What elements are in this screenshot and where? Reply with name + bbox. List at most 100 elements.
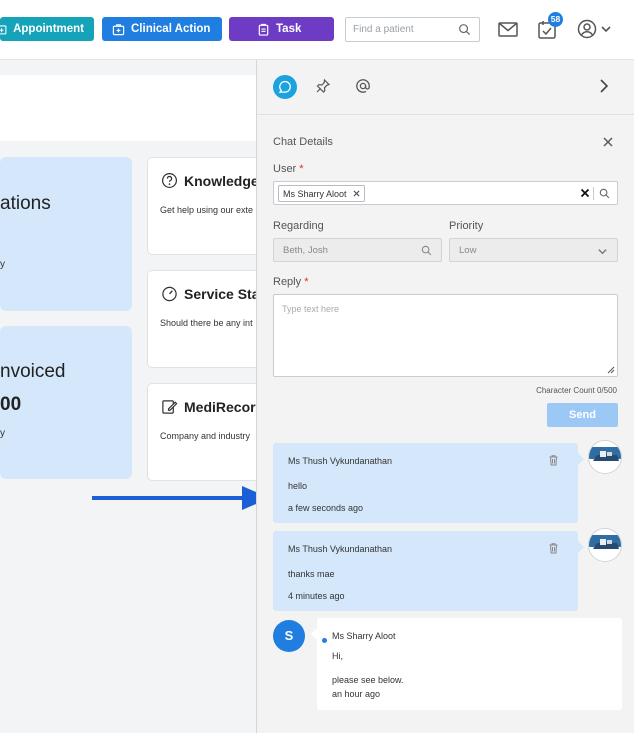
message-time: an hour ago	[332, 689, 381, 699]
clinical-action-button[interactable]: Clinical Action	[102, 17, 222, 41]
appointment-label: Appointment	[13, 23, 84, 35]
knowledge-description: Get help using our exte	[160, 205, 254, 215]
service-status-title: Service Sta	[161, 285, 260, 302]
annotation-arrow	[92, 486, 270, 510]
help-circle-icon	[161, 172, 178, 189]
chat-message: Ms Thush Vykundanathan thanks mae 4 minu…	[273, 531, 584, 611]
stat-card-invoiced[interactable]: nvoiced 00 y	[0, 326, 132, 479]
regarding-label: Regarding	[273, 220, 324, 232]
medirecords-title-text: MediRecord	[184, 398, 265, 415]
avatar-photo-icon	[589, 529, 621, 561]
message-notch	[578, 541, 584, 553]
medirecords-title: MediRecord	[161, 398, 264, 415]
avatar: S	[273, 620, 305, 652]
field-separator	[593, 187, 594, 200]
message-notch	[311, 628, 317, 640]
trash-icon[interactable]	[548, 542, 559, 554]
message-text: Hi,	[332, 651, 343, 661]
message-text: hello	[288, 481, 308, 491]
required-mark: *	[304, 276, 309, 288]
search-icon[interactable]	[599, 188, 610, 199]
service-status-card[interactable]: Service Sta Should there be any int	[147, 270, 267, 368]
user-account-icon[interactable]	[576, 18, 598, 40]
edit-note-icon	[162, 400, 178, 414]
gauge-icon	[162, 286, 177, 302]
chevron-right-icon[interactable]	[597, 78, 611, 94]
chevron-down-icon[interactable]	[600, 18, 612, 40]
task-label: Task	[276, 23, 302, 35]
stat-card-notifications[interactable]: ations y	[0, 157, 132, 311]
unread-dot	[322, 638, 327, 643]
character-count: Character Count 0/500	[536, 386, 617, 395]
mail-icon[interactable]	[497, 18, 519, 40]
stat-card-sub: y	[0, 428, 5, 439]
chat-bubble-icon	[278, 80, 291, 93]
chat-tab[interactable]	[273, 75, 297, 99]
regarding-field[interactable]: Beth, Josh	[273, 238, 442, 262]
chevron-down-icon	[598, 249, 607, 255]
avatar	[588, 440, 622, 474]
knowledge-title: Knowledge	[161, 172, 259, 189]
user-chip: Ms Sharry Aloot	[278, 185, 365, 202]
required-mark: *	[299, 163, 304, 175]
reply-label-text: Reply	[273, 276, 302, 288]
user-select-field[interactable]: Ms Sharry Aloot	[273, 181, 618, 205]
avatar	[588, 528, 622, 562]
reply-textarea[interactable]: Type text here	[273, 294, 618, 377]
knowledge-card[interactable]: Knowledge Get help using our exte	[147, 157, 267, 255]
priority-label: Priority	[449, 220, 484, 232]
notification-badge: 58	[548, 12, 563, 27]
calendar-plus-icon	[0, 24, 7, 34]
clipboard-icon	[258, 23, 269, 36]
message-time: 4 minutes ago	[288, 591, 345, 601]
send-button[interactable]: Send	[547, 403, 618, 427]
trash-icon[interactable]	[548, 454, 559, 466]
regarding-value: Beth, Josh	[283, 245, 328, 256]
dashboard-header-area	[0, 75, 256, 141]
medirecords-card[interactable]: MediRecord Company and industry	[147, 383, 267, 481]
search-icon	[459, 24, 471, 36]
user-label-text: User	[273, 163, 297, 175]
service-status-title-text: Service Sta	[184, 285, 260, 302]
close-icon[interactable]	[602, 136, 614, 148]
priority-select[interactable]: Low	[449, 238, 618, 262]
appointment-button[interactable]: Appointment	[0, 17, 94, 41]
clinical-action-label: Clinical Action	[131, 23, 211, 35]
user-chip-label: Ms Sharry Aloot	[283, 188, 347, 199]
priority-value: Low	[459, 245, 477, 256]
stat-card-title: nvoiced	[0, 361, 66, 382]
medirecords-description: Company and industry	[160, 431, 251, 441]
chat-side-panel: Chat Details User * Ms Sharry Aloot Rega…	[256, 60, 634, 733]
search-placeholder: Find a patient	[353, 24, 414, 35]
chip-remove-icon[interactable]	[353, 190, 360, 197]
panel-tab-bar	[257, 60, 634, 115]
resize-grip-icon[interactable]	[606, 365, 615, 374]
pin-icon[interactable]	[315, 78, 331, 94]
incoming-message: Ms Sharry Aloot Hi, please see below. an…	[311, 618, 622, 710]
user-label: User *	[273, 163, 304, 175]
stat-card-title: ations	[0, 193, 51, 214]
reply-label: Reply *	[273, 276, 308, 288]
message-text: please see below.	[332, 675, 404, 685]
message-time: a few seconds ago	[288, 503, 364, 513]
search-icon	[421, 245, 432, 256]
service-status-description: Should there be any int	[160, 318, 253, 328]
stat-card-sub: y	[0, 259, 5, 270]
message-author: Ms Thush Vykundanathan	[288, 544, 393, 554]
patient-search-input[interactable]: Find a patient	[345, 17, 480, 42]
clear-icon[interactable]	[580, 188, 590, 198]
medical-case-icon	[112, 23, 125, 35]
chat-details-title: Chat Details	[273, 136, 333, 148]
message-author: Ms Sharry Aloot	[332, 631, 396, 641]
knowledge-title-text: Knowledge	[184, 172, 259, 189]
top-bar: Appointment Clinical Action Task Find a …	[0, 0, 634, 60]
avatar-photo-icon	[589, 441, 621, 473]
message-notch	[578, 453, 584, 465]
message-text: thanks mae	[288, 569, 335, 579]
task-button[interactable]: Task	[229, 17, 334, 41]
message-author: Ms Thush Vykundanathan	[288, 456, 393, 466]
chat-message: Ms Thush Vykundanathan hello a few secon…	[273, 443, 584, 523]
mention-icon[interactable]	[355, 78, 371, 94]
stat-card-value: 00	[0, 394, 22, 415]
reply-placeholder: Type text here	[282, 304, 340, 314]
